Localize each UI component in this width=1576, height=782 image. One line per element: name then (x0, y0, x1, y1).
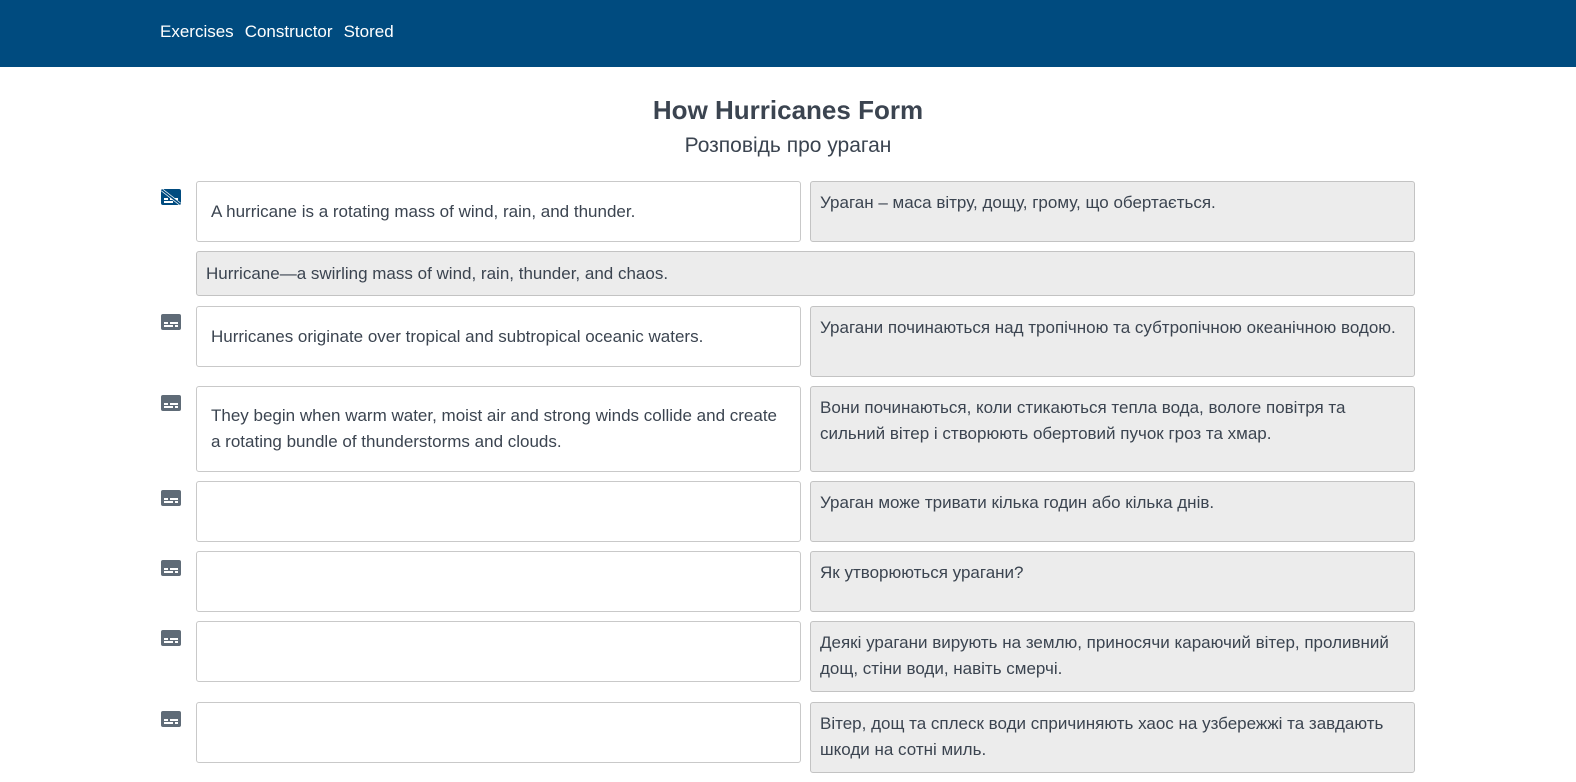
page-title: How Hurricanes Form (652, 95, 924, 125)
translation-box: Ураган може тривати кілька годин або кіл… (810, 481, 1415, 542)
subtitles-icon[interactable] (161, 630, 181, 646)
translation-box: Як утворюються урагани? (810, 551, 1415, 612)
translation-box: Урагани починаються над тропічною та суб… (810, 306, 1415, 377)
source-sentence-field[interactable] (196, 481, 801, 542)
source-sentence-field[interactable] (196, 551, 801, 612)
page-subtitle: Розповідь про ураган (684, 134, 892, 157)
subtitles-icon[interactable] (161, 395, 181, 411)
source-sentence-field[interactable] (196, 702, 801, 763)
subtitles-icon[interactable] (161, 711, 181, 727)
nav-constructor-link[interactable]: Constructor (245, 21, 333, 43)
translation-box: Вони починаються, коли стикаються тепла … (810, 386, 1415, 472)
subtitles-off-icon[interactable] (161, 189, 181, 205)
source-sentence-field[interactable]: A hurricane is a rotating mass of wind, … (196, 181, 801, 242)
translation-box: Ураган – маса вітру, дощу, грому, що обе… (810, 181, 1415, 242)
nav-links: Exercises Constructor Stored (160, 21, 394, 43)
source-sentence-field[interactable]: Hurricanes originate over tropical and s… (196, 306, 801, 367)
top-navbar: Exercises Constructor Stored (0, 0, 1576, 67)
subtitles-icon[interactable] (161, 314, 181, 330)
subtitles-icon[interactable] (161, 490, 181, 506)
source-sentence-field[interactable] (196, 621, 801, 682)
translation-box: Деякі урагани вирують на землю, приносяч… (810, 621, 1415, 692)
nav-stored-link[interactable]: Stored (344, 21, 394, 43)
translation-box: Вітер, дощ та сплеск води спричиняють ха… (810, 702, 1415, 773)
alternative-translation-box: Hurricane—a swirling mass of wind, rain,… (196, 251, 1415, 296)
subtitles-icon[interactable] (161, 560, 181, 576)
nav-exercises-link[interactable]: Exercises (160, 21, 234, 43)
source-sentence-field[interactable]: They begin when warm water, moist air an… (196, 386, 801, 472)
